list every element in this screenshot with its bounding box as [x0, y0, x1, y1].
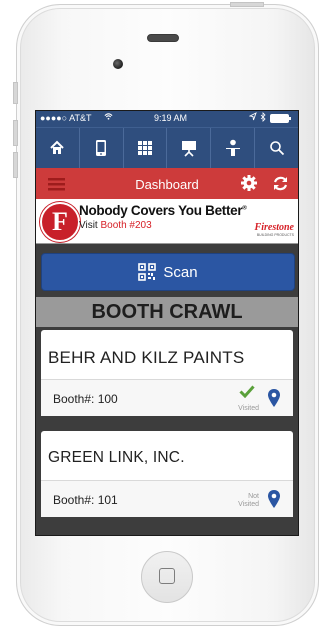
settings-button[interactable]	[240, 174, 258, 192]
banner-visit-line: Visit Booth #203	[79, 220, 152, 231]
dashboard-header: Dashboard	[36, 168, 298, 199]
visited-status: Visited	[238, 405, 259, 412]
phone-icon	[96, 140, 107, 156]
home-icon	[50, 140, 65, 154]
banner-headline: Nobody Covers You Better®	[79, 203, 247, 218]
page-title: Dashboard	[135, 177, 199, 192]
volume-down-button	[13, 152, 18, 178]
nav-home[interactable]	[36, 128, 80, 168]
wifi-icon	[104, 112, 113, 123]
firestone-logo: F	[40, 202, 80, 242]
scan-label: Scan	[163, 263, 198, 281]
booth-crawl-heading: BOOTH CRAWL	[36, 297, 298, 327]
booth-name: BEHR AND KILZ PAINTS	[48, 348, 245, 367]
booth-number: Booth#: 101	[53, 493, 118, 507]
main-nav-bar	[36, 127, 298, 168]
qr-code-icon	[138, 263, 157, 281]
firestone-brand: Firestone BUILDING PRODUCTS	[255, 223, 294, 238]
location-icon	[248, 112, 257, 123]
mute-switch	[13, 82, 18, 104]
power-button	[230, 2, 264, 7]
booth-card[interactable]: BEHR AND KILZ PAINTS Booth#: 100 Visited	[41, 330, 293, 416]
visit-status: Not Visited	[238, 493, 259, 509]
volume-up-button	[13, 120, 18, 146]
bluetooth-icon	[260, 112, 266, 124]
banner-booth: Booth #203	[100, 220, 152, 231]
not-visited-line1: Not	[248, 493, 259, 500]
nav-presentation[interactable]	[167, 128, 212, 168]
nav-search[interactable]	[255, 128, 298, 168]
map-pin-icon[interactable]	[267, 489, 281, 509]
grid-icon	[138, 141, 153, 155]
nav-grid[interactable]	[124, 128, 168, 168]
visit-prefix: Visit	[79, 220, 101, 231]
brand-subtitle: BUILDING PRODUCTS	[256, 233, 294, 237]
home-button[interactable]	[141, 551, 193, 603]
carrier-label: ●●●●○ AT&T	[40, 113, 92, 123]
front-camera	[113, 59, 123, 69]
earpiece-speaker	[147, 34, 179, 42]
battery-icon	[270, 114, 292, 125]
brand-wordmark: Firestone	[254, 222, 294, 233]
booth-name: GREEN LINK, INC.	[48, 449, 185, 466]
booth-card[interactable]: GREEN LINK, INC. Booth#: 101 Not Visited	[41, 431, 293, 517]
booth-card-footer: Booth#: 101 Not Visited	[41, 480, 293, 517]
app-screen: ●●●●○ AT&T 9:19 AM Dashboard F Nobody Co…	[35, 110, 299, 536]
home-square-icon	[159, 568, 175, 584]
booth-number: Booth#: 100	[53, 392, 118, 406]
booth-card-footer: Booth#: 100 Visited	[41, 379, 293, 416]
refresh-icon	[273, 176, 288, 191]
map-pin-icon[interactable]	[267, 388, 281, 408]
trademark-mark: ®	[242, 205, 247, 212]
sponsor-banner[interactable]: F Nobody Covers You Better® Visit Booth …	[36, 199, 298, 244]
check-icon	[239, 385, 255, 398]
refresh-button[interactable]	[272, 175, 289, 192]
gear-icon	[241, 175, 257, 191]
person-icon	[225, 139, 240, 156]
time-label: 9:19 AM	[154, 113, 188, 123]
logo-letter: F	[52, 207, 68, 236]
scan-button[interactable]: Scan	[41, 253, 295, 291]
status-bar: ●●●●○ AT&T 9:19 AM	[36, 111, 298, 127]
banner-headline-text: Nobody Covers You Better	[79, 203, 243, 218]
search-icon	[269, 141, 284, 156]
nav-person[interactable]	[211, 128, 256, 168]
nav-phone[interactable]	[80, 128, 124, 168]
not-visited-line2: Visited	[238, 501, 259, 508]
presentation-icon	[181, 141, 196, 157]
